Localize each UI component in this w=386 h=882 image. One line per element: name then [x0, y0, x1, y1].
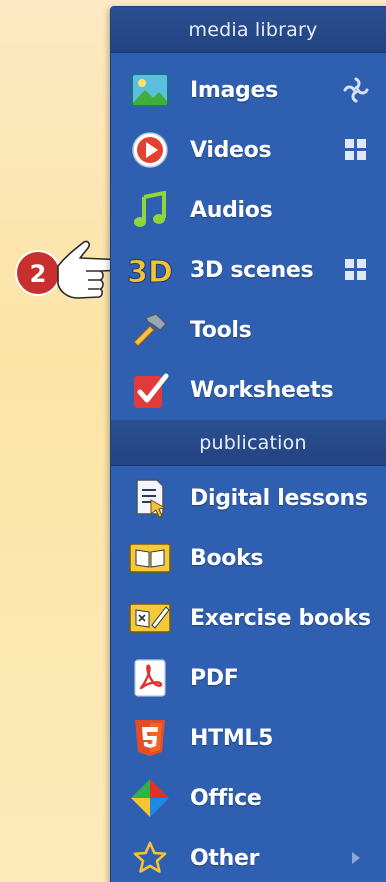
section-header-publication: publication	[111, 420, 386, 466]
menu-item-office[interactable]: Office	[111, 768, 386, 828]
office-icon	[127, 775, 173, 821]
svg-text:3D: 3D	[127, 255, 173, 288]
menu-item-books[interactable]: Books	[111, 528, 386, 588]
menu-item-books-label: Books	[190, 545, 264, 571]
arrow-right-icon[interactable]	[341, 843, 371, 873]
menu-item-audios[interactable]: Audios	[111, 180, 386, 240]
section-title-media-library: media library	[188, 18, 318, 41]
3d-icon: 3D	[127, 247, 173, 293]
pdf-icon	[127, 655, 173, 701]
exercise-book-icon	[127, 595, 173, 641]
section-title-publication: publication	[199, 431, 307, 454]
menu-item-3d-scenes[interactable]: 3D 3D scenes	[111, 240, 386, 300]
menu-item-tools[interactable]: Tools	[111, 300, 386, 360]
menu-item-pdf-label: PDF	[190, 665, 239, 691]
menu-item-digital-lessons-label: Digital lessons	[190, 485, 368, 511]
menu-item-worksheets-label: Worksheets	[190, 377, 334, 403]
grid-icon[interactable]	[341, 255, 371, 285]
image-icon	[127, 67, 173, 113]
menu-item-office-label: Office	[190, 785, 262, 811]
callout-number: 2	[30, 260, 47, 288]
side-menu-panel: media library Images Videos Audios 3D 3D…	[110, 6, 386, 882]
menu-item-exercise-books-label: Exercise books	[190, 605, 371, 631]
menu-item-digital-lessons[interactable]: Digital lessons	[111, 468, 386, 528]
menu-item-exercise-books[interactable]: Exercise books	[111, 588, 386, 648]
menu-item-pdf[interactable]: PDF	[111, 648, 386, 708]
menu-item-videos[interactable]: Videos	[111, 120, 386, 180]
book-icon	[127, 535, 173, 581]
music-note-icon	[127, 187, 173, 233]
grid-icon[interactable]	[341, 135, 371, 165]
menu-item-html5[interactable]: HTML5	[111, 708, 386, 768]
section-header-media-library: media library	[111, 7, 386, 53]
menu-item-images-label: Images	[190, 77, 278, 103]
star-icon	[127, 835, 173, 881]
hammer-icon	[127, 307, 173, 353]
menu-item-images[interactable]: Images	[111, 60, 386, 120]
spinner-icon	[341, 75, 371, 105]
worksheet-check-icon	[127, 367, 173, 413]
menu-item-3d-scenes-label: 3D scenes	[190, 257, 314, 283]
menu-item-other-label: Other	[190, 845, 260, 871]
menu-item-videos-label: Videos	[190, 137, 272, 163]
menu-item-audios-label: Audios	[190, 197, 273, 223]
lesson-icon	[127, 475, 173, 521]
menu-item-worksheets[interactable]: Worksheets	[111, 360, 386, 420]
menu-item-html5-label: HTML5	[190, 725, 274, 751]
menu-item-other[interactable]: Other	[111, 828, 386, 882]
html5-icon	[127, 715, 173, 761]
menu-item-tools-label: Tools	[190, 317, 252, 343]
play-icon	[127, 127, 173, 173]
